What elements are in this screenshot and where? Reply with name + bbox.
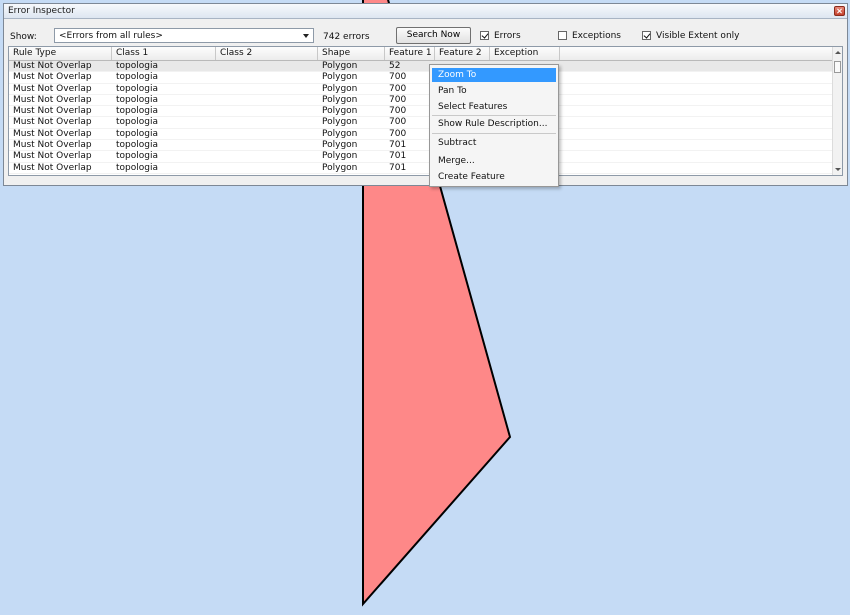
- cell-rule-type: Must Not Overlap: [13, 106, 92, 117]
- column-header-feature-1[interactable]: Feature 1: [385, 47, 435, 60]
- cell-shape: Polygon: [322, 117, 358, 128]
- rules-filter-dropdown[interactable]: <Errors from all rules>: [54, 28, 314, 43]
- cell-class-1: topologia: [116, 151, 158, 162]
- search-now-button[interactable]: Search Now: [396, 27, 471, 44]
- column-header-shape[interactable]: Shape: [318, 47, 385, 60]
- menu-item-select-features[interactable]: Select Features: [432, 100, 556, 114]
- errors-checkbox-box[interactable]: [480, 31, 489, 40]
- window-title: Error Inspector: [8, 6, 75, 16]
- menu-separator: [432, 133, 556, 134]
- visible-extent-checkbox-label: Visible Extent only: [656, 31, 740, 41]
- exceptions-checkbox-box[interactable]: [558, 31, 567, 40]
- table-row[interactable]: Must Not Overlap topologia Polygon 700: [9, 84, 837, 95]
- cell-shape: Polygon: [322, 61, 358, 71]
- table-row[interactable]: Must Not Overlap topologia Polygon 701: [9, 151, 837, 163]
- cell-class-1: topologia: [116, 72, 158, 83]
- cell-rule-type: Must Not Overlap: [13, 128, 92, 139]
- cell-rule-type: Must Not Overlap: [13, 83, 92, 94]
- errors-table: Rule Type Class 1 Class 2 Shape Feature …: [8, 46, 843, 176]
- menu-item-create-feature[interactable]: Create Feature: [432, 170, 556, 184]
- close-icon[interactable]: [834, 6, 845, 16]
- table-row[interactable]: Must Not Overlap topologia Polygon 701: [9, 163, 837, 174]
- cell-shape: Polygon: [322, 94, 358, 105]
- cell-rule-type: Must Not Overlap: [13, 117, 92, 128]
- column-header-exception[interactable]: Exception: [490, 47, 560, 60]
- cell-rule-type: Must Not Overlap: [13, 61, 92, 71]
- visible-extent-checkbox-box[interactable]: [642, 31, 651, 40]
- column-header-rule-type[interactable]: Rule Type: [9, 47, 112, 60]
- cell-class-1: topologia: [116, 117, 158, 128]
- table-body: Must Not Overlap topologia Polygon 52 Must N…: [9, 61, 837, 174]
- cell-class-1: topologia: [116, 162, 158, 173]
- cell-class-1: topologia: [116, 106, 158, 117]
- menu-item-pan-to[interactable]: Pan To: [432, 84, 556, 98]
- cell-shape: Polygon: [322, 140, 358, 151]
- cell-class-1: topologia: [116, 83, 158, 94]
- table-row[interactable]: Must Not Overlap topologia Polygon 700: [9, 94, 837, 107]
- cell-shape: Polygon: [322, 162, 358, 173]
- cell-rule-type: Must Not Overlap: [13, 162, 92, 173]
- table-header: Rule Type Class 1 Class 2 Shape Feature …: [9, 47, 834, 61]
- cell-rule-type: Must Not Overlap: [13, 72, 92, 83]
- cell-class-1: topologia: [116, 94, 158, 105]
- column-header-class-2[interactable]: Class 2: [216, 47, 318, 60]
- cell-feature-1: 700: [389, 106, 407, 117]
- menu-item-show-rule-description[interactable]: Show Rule Description...: [432, 117, 556, 131]
- menu-item-zoom-to[interactable]: Zoom To: [432, 68, 556, 82]
- cell-class-1: topologia: [116, 140, 158, 151]
- scroll-thumb[interactable]: [834, 61, 841, 73]
- cell-shape: Polygon: [322, 128, 358, 139]
- table-scrollbar[interactable]: [832, 47, 842, 175]
- cell-rule-type: Must Not Overlap: [13, 140, 92, 151]
- cell-feature-1: 700: [389, 117, 407, 128]
- scroll-up-icon[interactable]: [835, 51, 841, 54]
- context-menu: Zoom To Pan To Select Features Show Rule…: [429, 64, 559, 187]
- scroll-down-icon[interactable]: [835, 168, 841, 171]
- exceptions-checkbox-label: Exceptions: [572, 31, 621, 41]
- table-row[interactable]: Must Not Overlap topologia Polygon 700: [9, 128, 837, 141]
- cell-class-1: topologia: [116, 128, 158, 139]
- error-inspector-window: Error Inspector Show: <Errors from all r…: [3, 3, 848, 186]
- error-count: 742 errors: [323, 32, 370, 42]
- cell-feature-1: 700: [389, 83, 407, 94]
- errors-checkbox-label: Errors: [494, 31, 521, 41]
- cell-class-1: topologia: [116, 61, 158, 71]
- show-label: Show:: [10, 32, 37, 42]
- cell-rule-type: Must Not Overlap: [13, 151, 92, 162]
- table-row[interactable]: Must Not Overlap topologia Polygon 701: [9, 140, 837, 152]
- title-bar: Error Inspector: [4, 4, 847, 19]
- cell-feature-1: 52: [389, 61, 401, 71]
- table-row[interactable]: Must Not Overlap topologia Polygon 52: [9, 61, 837, 73]
- menu-item-subtract[interactable]: Subtract: [432, 136, 556, 150]
- cell-feature-1: 701: [389, 140, 407, 151]
- cell-shape: Polygon: [322, 72, 358, 83]
- menu-separator: [432, 115, 556, 116]
- table-row[interactable]: Must Not Overlap topologia Polygon 700: [9, 72, 837, 84]
- column-header-class-1[interactable]: Class 1: [112, 47, 216, 60]
- table-row[interactable]: Must Not Overlap topologia Polygon 700: [9, 106, 837, 118]
- cell-feature-1: 701: [389, 162, 407, 173]
- cell-shape: Polygon: [322, 151, 358, 162]
- cell-feature-1: 700: [389, 72, 407, 83]
- inspector-toolbar: Show: <Errors from all rules> 742 errors…: [4, 26, 847, 46]
- table-row[interactable]: Must Not Overlap topologia Polygon 700: [9, 117, 837, 129]
- cell-shape: Polygon: [322, 83, 358, 94]
- cell-shape: Polygon: [322, 106, 358, 117]
- menu-item-merge[interactable]: Merge...: [432, 154, 556, 168]
- cell-feature-1: 700: [389, 94, 407, 105]
- column-header-feature-2[interactable]: Feature 2: [435, 47, 490, 60]
- cell-rule-type: Must Not Overlap: [13, 94, 92, 105]
- cell-feature-1: 701: [389, 151, 407, 162]
- cell-feature-1: 700: [389, 128, 407, 139]
- chevron-down-icon[interactable]: [301, 30, 312, 41]
- rules-filter-value: <Errors from all rules>: [59, 31, 163, 41]
